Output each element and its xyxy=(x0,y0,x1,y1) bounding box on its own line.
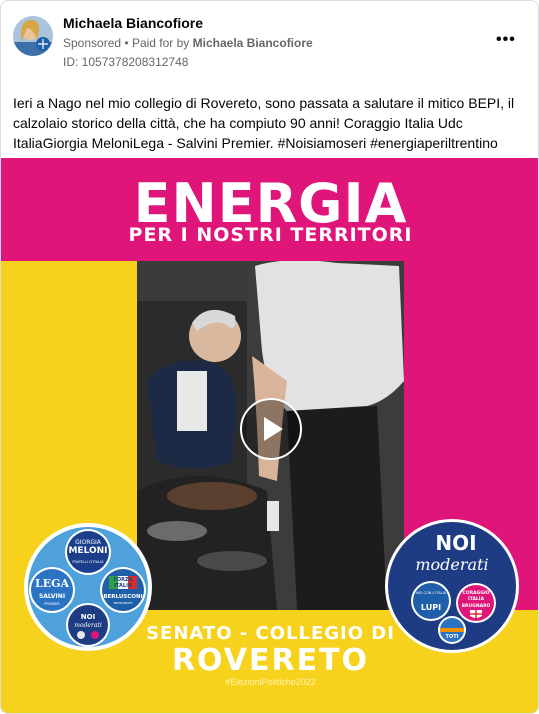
logo-lupi: LUPI xyxy=(421,603,441,612)
logo-meloni: MELONI xyxy=(68,546,107,556)
logo-presidente: PRESIDENTE xyxy=(114,601,133,605)
paid-for-name[interactable]: Michaela Biancofiore xyxy=(193,36,313,50)
body-line: Ieri a Nago nel mio collegio di Rovereto… xyxy=(13,95,515,111)
ad-card: Michaela Biancofiore Sponsored • Paid fo… xyxy=(0,0,539,714)
video-thumbnail[interactable] xyxy=(137,261,404,610)
logo-italia: ITALIA xyxy=(114,583,132,589)
logo-lega: LEGA xyxy=(35,577,70,590)
more-options-button[interactable]: ••• xyxy=(496,31,516,49)
logo-brugnaro: BRUGNARO xyxy=(462,603,491,609)
ad-creative[interactable]: ENERGIA PER I NOSTRI TERRITORI GIORGIA M… xyxy=(1,158,538,713)
body-line: calzolaio storico della città, che ha co… xyxy=(13,115,463,131)
logo-coraggio: CORAGGIO xyxy=(463,590,490,596)
logo-coraggio-italia: ITALIA xyxy=(468,596,484,602)
logo-noi-italia: NOI CON L'ITALIA xyxy=(416,591,447,595)
paid-for-prefix: Paid for by xyxy=(131,36,190,50)
creative-tagline-rovereto: ROVERETO xyxy=(171,643,370,678)
creative-subheadline: PER I NOSTRI TERRITORI xyxy=(128,224,413,246)
logo-fdi: FRATELLI D'ITALIA xyxy=(72,560,104,564)
ad-id: ID: 1057378208312748 xyxy=(63,55,189,69)
sponsored-label: Sponsored xyxy=(63,36,122,50)
creative-tagline-senato: SENATO - COLLEGIO DI xyxy=(146,623,395,644)
body-line: ItaliaGiorgia MeloniLega - Salvini Premi… xyxy=(13,135,498,151)
separator-dot: • xyxy=(124,36,132,50)
avatar[interactable] xyxy=(13,16,53,56)
logo-noi-text: NOI xyxy=(435,531,476,555)
logo-noi: NOI xyxy=(81,613,95,621)
logo-moderati-text: moderati xyxy=(415,555,488,574)
logo-berlusconi: BERLUSCONI xyxy=(103,594,142,600)
author-name[interactable]: Michaela Biancofiore xyxy=(63,15,203,31)
avatar-image xyxy=(13,16,53,56)
play-icon xyxy=(264,417,283,441)
logo-giorgia: GIORGIA xyxy=(75,539,102,546)
logo-salvini: SALVINI xyxy=(39,593,65,600)
logo-premier: PREMIER xyxy=(44,602,60,606)
play-button[interactable] xyxy=(240,398,302,460)
creative-hashtag: #ElezioniPolitiche2022 xyxy=(225,677,316,687)
post-body-text: Ieri a Nago nel mio collegio di Rovereto… xyxy=(13,93,528,153)
sponsored-line: Sponsored • Paid for by Michaela Biancof… xyxy=(63,36,313,50)
